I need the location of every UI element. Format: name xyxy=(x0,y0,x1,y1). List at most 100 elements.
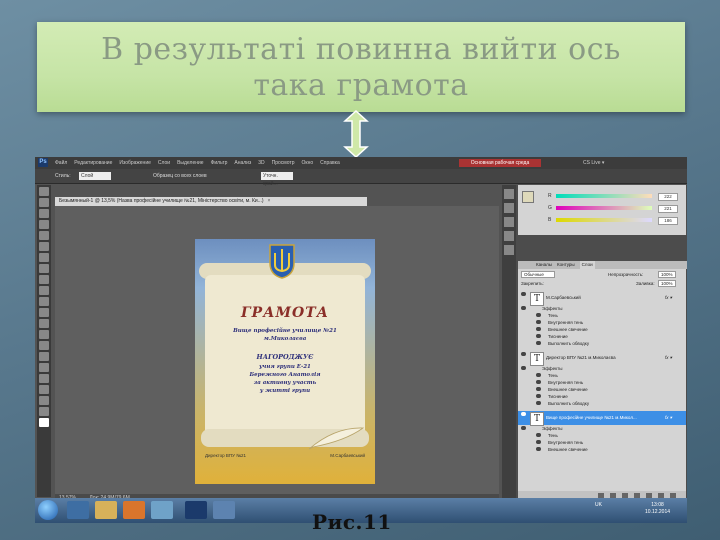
quick-select-tool-icon[interactable] xyxy=(39,220,49,229)
layer-row-selected[interactable]: T Вище професійне училище №21 м.Микол...… xyxy=(518,411,686,426)
eye-icon[interactable] xyxy=(536,380,541,384)
panel-color-icon[interactable] xyxy=(504,189,514,199)
hand-tool-icon[interactable] xyxy=(39,396,49,405)
menu-help[interactable]: Справка xyxy=(320,160,340,166)
eye-icon[interactable] xyxy=(536,387,541,391)
layer-row[interactable]: T Директор ВПУ №21 м.Миколаєва fx ▾ xyxy=(518,351,686,366)
red-slider-bar[interactable] xyxy=(556,194,652,198)
foreground-swatch[interactable] xyxy=(522,191,534,203)
fx-icon[interactable]: fx ▾ xyxy=(665,354,672,361)
eye-icon[interactable] xyxy=(536,447,541,451)
healing-tool-icon[interactable] xyxy=(39,253,49,262)
fill-value[interactable]: 100% xyxy=(658,280,676,287)
eye-icon[interactable] xyxy=(536,327,541,331)
gradient-tool-icon[interactable] xyxy=(39,308,49,317)
crop-tool-icon[interactable] xyxy=(39,231,49,240)
workspace-button[interactable]: Основная рабочая среда xyxy=(459,159,541,167)
marquee-tool-icon[interactable] xyxy=(39,198,49,207)
eye-icon[interactable] xyxy=(536,341,541,345)
fx-icon[interactable]: fx ▾ xyxy=(665,294,672,301)
tab-layers[interactable]: Слои xyxy=(579,261,595,269)
menu-edit[interactable]: Редактирование xyxy=(74,160,112,166)
eye-icon[interactable] xyxy=(521,292,526,296)
eye-icon[interactable] xyxy=(521,306,526,310)
eye-icon[interactable] xyxy=(536,433,541,437)
close-tab-icon[interactable]: × xyxy=(268,198,271,204)
blur-tool-icon[interactable] xyxy=(39,319,49,328)
menu-file[interactable]: Файл xyxy=(55,160,67,166)
eye-icon[interactable] xyxy=(536,440,541,444)
path-select-icon[interactable] xyxy=(39,363,49,372)
tab-channels[interactable]: Каналы xyxy=(536,261,552,269)
3d-rotate-icon[interactable] xyxy=(39,385,49,394)
menu-layers[interactable]: Слои xyxy=(158,160,170,166)
green-value[interactable]: 221 xyxy=(658,205,678,213)
options-bar: Стиль: Слой Образец со всех слоев Уточн.… xyxy=(35,169,687,187)
fx-icon[interactable]: fx ▾ xyxy=(665,414,672,421)
menu-3d[interactable]: 3D xyxy=(258,160,264,166)
photoshop-task-icon[interactable] xyxy=(185,501,207,519)
blend-mode-select[interactable]: Обычные xyxy=(521,271,555,278)
move-tool-icon[interactable] xyxy=(39,187,49,196)
effects-label: Эффекты xyxy=(542,426,563,431)
eye-icon[interactable] xyxy=(521,412,526,416)
eyedropper-tool-icon[interactable] xyxy=(39,242,49,251)
menu-filter[interactable]: Фильтр xyxy=(211,160,228,166)
eye-icon[interactable] xyxy=(536,313,541,317)
language-indicator[interactable]: UK xyxy=(595,502,602,508)
canvas-area[interactable]: ГРАМОТА Вище професійне училище №21 м.Ми… xyxy=(55,206,499,494)
eye-icon[interactable] xyxy=(521,352,526,356)
menu-image[interactable]: Изображение xyxy=(119,160,151,166)
style-select[interactable]: Слой xyxy=(79,172,111,180)
eye-icon[interactable] xyxy=(536,320,541,324)
pen-tool-icon[interactable] xyxy=(39,341,49,350)
dodge-tool-icon[interactable] xyxy=(39,330,49,339)
eye-icon[interactable] xyxy=(536,401,541,405)
green-slider[interactable]: G 221 xyxy=(548,205,684,213)
menu-window[interactable]: Окно xyxy=(302,160,314,166)
document-tab[interactable]: Безымянный-1 @ 13,5% (Назва професійне у… xyxy=(55,197,367,206)
eraser-tool-icon[interactable] xyxy=(39,297,49,306)
opacity-value[interactable]: 100% xyxy=(658,271,676,278)
panel-paragraph-icon[interactable] xyxy=(504,231,514,241)
panel-character-icon[interactable] xyxy=(504,217,514,227)
blue-slider-bar[interactable] xyxy=(556,218,652,222)
shape-tool-icon[interactable] xyxy=(39,374,49,383)
firefox-icon[interactable] xyxy=(123,501,145,519)
panel-adjust-icon[interactable] xyxy=(504,245,514,255)
foreground-color-swatch[interactable] xyxy=(39,418,49,427)
type-tool-icon[interactable] xyxy=(39,352,49,361)
menu-view[interactable]: Просмотр xyxy=(272,160,295,166)
layer-row[interactable]: T М.Сарбаевський fx ▾ xyxy=(518,291,686,306)
menu-analysis[interactable]: Анализ xyxy=(234,160,251,166)
refine-edge-button[interactable]: Уточн. край... xyxy=(261,172,293,187)
eye-icon[interactable] xyxy=(521,426,526,430)
green-slider-bar[interactable] xyxy=(556,206,652,210)
sample-all-checkbox[interactable]: Образец со всех слоев xyxy=(153,173,207,179)
brush-tool-icon[interactable] xyxy=(39,264,49,273)
history-brush-icon[interactable] xyxy=(39,286,49,295)
panel-icon-strip xyxy=(502,185,516,503)
lasso-tool-icon[interactable] xyxy=(39,209,49,218)
ie-icon[interactable] xyxy=(67,501,89,519)
red-slider[interactable]: R 222 xyxy=(548,193,684,201)
folder-icon[interactable] xyxy=(95,501,117,519)
tab-paths[interactable]: Контуры xyxy=(557,261,575,269)
menu-select[interactable]: Выделение xyxy=(177,160,204,166)
clock-date: 10.12.2014 xyxy=(645,509,671,515)
explorer-task-icon[interactable] xyxy=(213,501,235,519)
eye-icon[interactable] xyxy=(536,394,541,398)
clock[interactable]: 13:08 10.12.2014 xyxy=(645,502,670,516)
panel-swatches-icon[interactable] xyxy=(504,203,514,213)
cs-live-button[interactable]: CS Live ▾ xyxy=(583,160,604,166)
media-icon[interactable] xyxy=(151,501,173,519)
eye-icon[interactable] xyxy=(536,373,541,377)
zoom-tool-icon[interactable] xyxy=(39,407,49,416)
eye-icon[interactable] xyxy=(521,366,526,370)
blue-slider[interactable]: B 186 xyxy=(548,217,684,225)
red-value[interactable]: 222 xyxy=(658,193,678,201)
blue-value[interactable]: 186 xyxy=(658,217,678,225)
windows-start-icon[interactable] xyxy=(38,500,58,520)
stamp-tool-icon[interactable] xyxy=(39,275,49,284)
eye-icon[interactable] xyxy=(536,334,541,338)
